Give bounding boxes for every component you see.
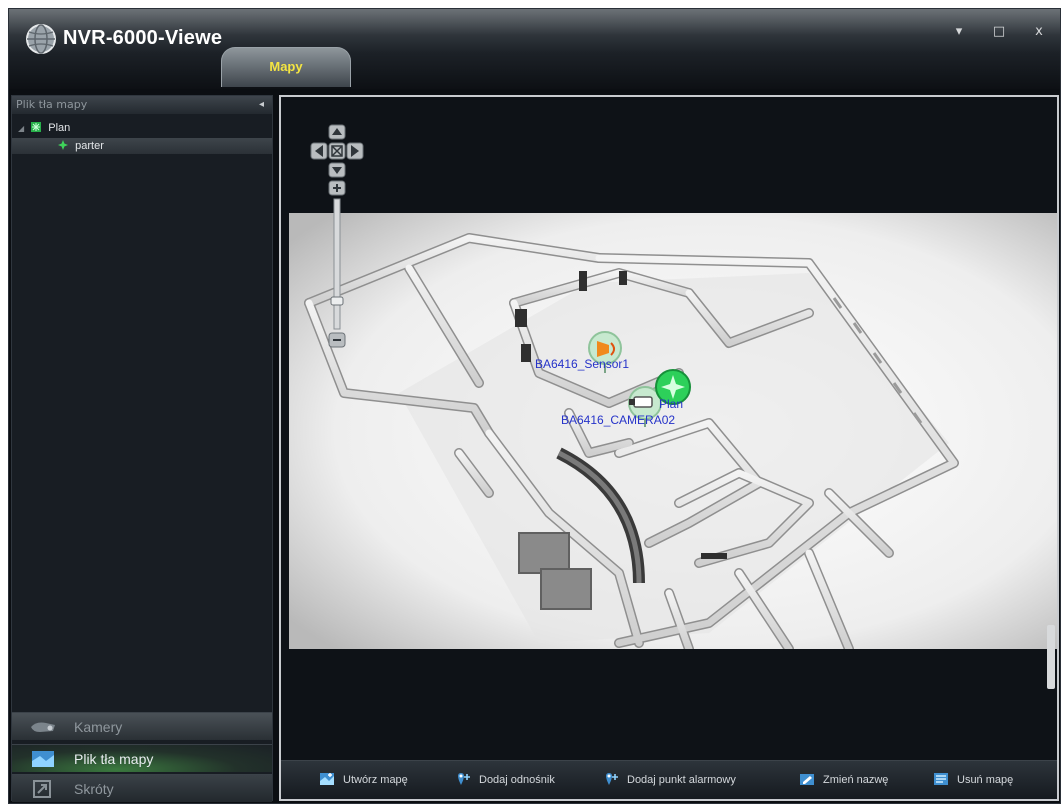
map-toolbar: Utwórz mapę Dodaj odnośnik Dodaj punkt a… — [281, 760, 1057, 799]
nav-kamery-label: Kamery — [74, 719, 123, 735]
delete-map-icon — [934, 773, 948, 785]
center-button[interactable] — [328, 142, 346, 160]
sidebar-panel: Plik tła mapy ◂ ◢ Plan parter Kamery Pli… — [11, 95, 273, 802]
add-link-button[interactable]: Dodaj odnośnik — [455, 771, 555, 789]
nav-skroty[interactable]: Skróty — [12, 774, 272, 802]
map-node-icon — [58, 140, 69, 150]
app-title: NVR-6000-Viewe — [63, 27, 223, 49]
tree-item-label: Plan — [48, 122, 71, 134]
delete-map-label: Usuń mapę — [957, 774, 1014, 786]
rename-icon — [800, 774, 814, 785]
camera-icon — [31, 722, 55, 732]
tree-item-label: parter — [75, 140, 104, 152]
pan-up-button[interactable] — [328, 124, 346, 140]
tab-mapy-label: Mapy — [269, 59, 303, 74]
zoom-out-button[interactable] — [328, 332, 346, 348]
delete-map-button[interactable]: Usuń mapę — [933, 771, 1013, 789]
tree-expand-icon[interactable]: ◢ — [18, 124, 24, 133]
menu-dropdown-button[interactable]: ▾ — [947, 23, 971, 41]
close-button[interactable]: x — [1027, 23, 1051, 41]
floor-plan-image — [289, 213, 1057, 654]
nav-kamery[interactable]: Kamery — [12, 712, 272, 740]
marker-label-sensor[interactable]: BA6416_Sensor1 — [535, 357, 629, 371]
pan-left-button[interactable] — [310, 142, 328, 160]
map-navigation-control — [310, 124, 364, 348]
pan-down-button[interactable] — [328, 162, 346, 178]
app-globe-icon — [26, 24, 56, 54]
collapse-icon[interactable]: ◂ — [259, 96, 264, 114]
nav-plik-tla-mapy[interactable]: Plik tła mapy — [12, 744, 272, 772]
map-file-icon — [32, 751, 54, 767]
shortcut-icon — [33, 780, 51, 798]
tab-mapy[interactable]: Mapy — [221, 47, 351, 87]
panel-resize-handle[interactable] — [1047, 625, 1055, 689]
zoom-in-button[interactable] — [328, 180, 346, 196]
floor-plan-map[interactable]: BA6416_Sensor1 Plan BA6416_CAMERA02 — [289, 213, 1057, 654]
add-alarm-point-label: Dodaj punkt alarmowy — [627, 774, 736, 786]
zoom-slider[interactable] — [330, 198, 344, 330]
add-alarm-point-icon — [606, 773, 618, 785]
nav-plik-tla-mapy-label: Plik tła mapy — [74, 751, 154, 767]
create-map-label: Utwórz mapę — [343, 774, 408, 786]
sidebar-header: Plik tła mapy ◂ — [12, 96, 272, 114]
tree-item-parter[interactable]: parter — [12, 138, 272, 154]
tree-item-plan[interactable]: ◢ Plan — [18, 120, 70, 136]
nav-skroty-label: Skróty — [74, 781, 114, 797]
create-map-button[interactable]: Utwórz mapę — [319, 771, 408, 789]
rename-button[interactable]: Zmień nazwę — [799, 771, 888, 789]
marker-label-camera[interactable]: BA6416_CAMERA02 — [561, 413, 675, 427]
app-window: NVR-6000-Viewe Mapy ▾ □ x Plik tła mapy … — [8, 8, 1061, 804]
map-node-icon — [31, 122, 42, 132]
add-alarm-point-button[interactable]: Dodaj punkt alarmowy — [603, 771, 736, 789]
marker-label-plan[interactable]: Plan — [659, 397, 683, 411]
sidebar-header-label: Plik tła mapy — [16, 98, 88, 111]
add-link-icon — [458, 773, 470, 785]
pan-right-button[interactable] — [346, 142, 364, 160]
title-bar: NVR-6000-Viewe Mapy ▾ □ x — [9, 9, 1060, 89]
create-map-icon — [320, 773, 334, 785]
map-view-panel: BA6416_Sensor1 Plan BA6416_CAMERA02 Utwó… — [279, 95, 1059, 801]
maximize-button[interactable]: □ — [987, 23, 1011, 41]
add-link-label: Dodaj odnośnik — [479, 774, 555, 786]
rename-label: Zmień nazwę — [823, 774, 889, 786]
